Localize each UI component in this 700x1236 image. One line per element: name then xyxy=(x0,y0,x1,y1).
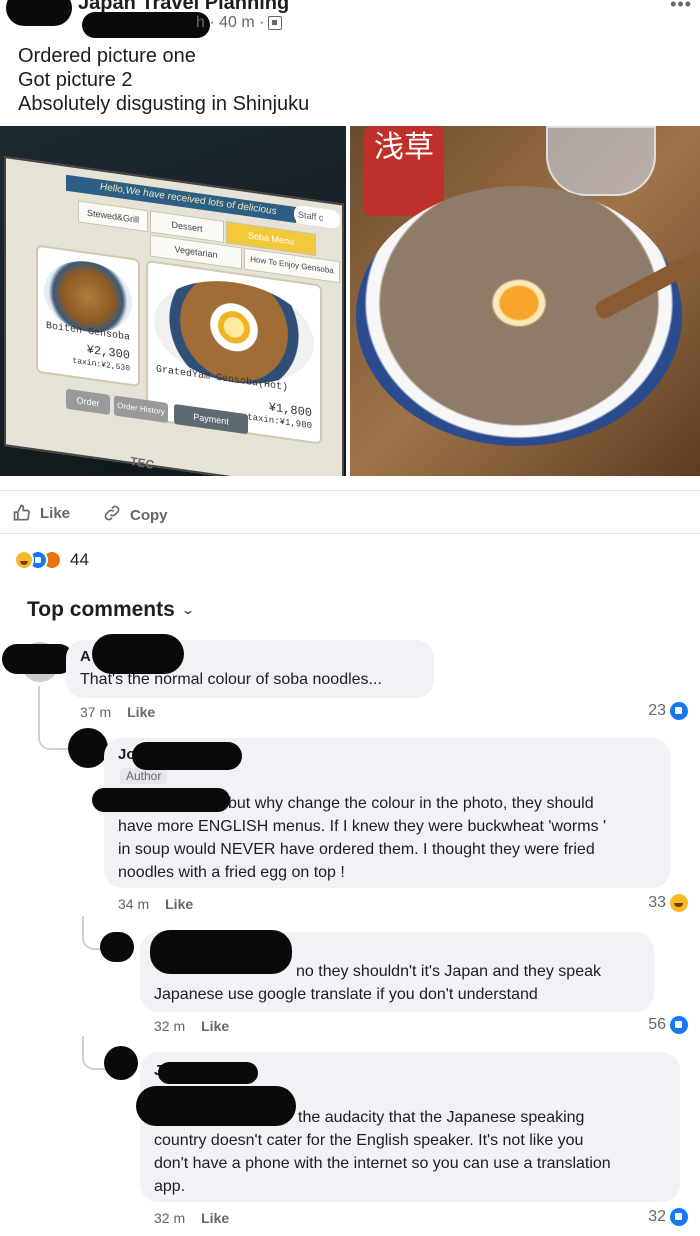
comment-time[interactable]: 32 m xyxy=(154,1210,185,1226)
like-reaction-icon xyxy=(670,1208,688,1226)
post-actions: Like Copy xyxy=(0,490,700,534)
post-body: Ordered picture one Got picture 2 Absolu… xyxy=(18,44,309,116)
comment-time[interactable]: 34 m xyxy=(118,896,149,912)
post-meta: h · 40 m · xyxy=(196,14,283,32)
comment-reaction-count[interactable]: 32 xyxy=(648,1208,688,1226)
more-options-icon[interactable]: ••• xyxy=(670,0,692,15)
redacted-avatar xyxy=(6,0,72,26)
comment-line: in soup would NEVER have ordered them. I… xyxy=(118,841,595,858)
redacted-author-name xyxy=(150,930,292,974)
photo-menu-kiosk[interactable]: Hello,We have received lots of delicious… xyxy=(0,126,346,476)
water-glass xyxy=(546,126,656,196)
comment-reaction-count[interactable]: 23 xyxy=(648,702,688,720)
redacted-author-name xyxy=(132,742,242,770)
comment-line: have more ENGLISH menus. If I knew they … xyxy=(118,818,607,835)
comment-like-button[interactable]: Like xyxy=(127,704,155,720)
menu-item-price: ¥2,300 taxin:¥2,530 xyxy=(72,342,130,376)
soba-bowl xyxy=(356,186,682,446)
redacted-avatar xyxy=(68,728,108,768)
redacted-author-name xyxy=(92,634,184,674)
comment-author[interactable]: A xyxy=(80,648,91,665)
redacted-avatar xyxy=(100,932,134,962)
redacted-avatar xyxy=(104,1046,138,1080)
post-line: Got picture 2 xyxy=(18,69,133,91)
group-privacy-icon xyxy=(268,16,283,30)
author-badge: Author xyxy=(120,768,168,784)
haha-reaction-icon xyxy=(670,894,688,912)
comment-sort-label: Top comments xyxy=(27,598,175,621)
comment-reaction-count[interactable]: 56 xyxy=(648,1016,688,1034)
reaction-count: 44 xyxy=(70,550,89,569)
comment-like-button[interactable]: Like xyxy=(201,1210,229,1226)
comment-line: country doesn't cater for the English sp… xyxy=(154,1132,584,1149)
like-reaction-icon xyxy=(670,702,688,720)
like-label: Like xyxy=(40,504,71,522)
redacted-author-name xyxy=(82,12,210,38)
comment-line: Japanese use google translate if you don… xyxy=(154,986,538,1003)
kiosk-screen: Hello,We have received lots of delicious… xyxy=(4,156,344,476)
like-button[interactable]: Like xyxy=(12,503,70,523)
comment-meta: 32 m Like xyxy=(154,1210,229,1226)
kiosk-brand: TEC xyxy=(128,454,156,472)
comment-meta: 32 m Like xyxy=(154,1018,229,1034)
comment-time[interactable]: 37 m xyxy=(80,704,111,720)
menu-tab: Stewed&Grill xyxy=(78,200,148,233)
bottle-label: 浅草 xyxy=(364,126,444,216)
chevron-down-icon: ⌄ xyxy=(180,603,195,617)
comment-meta: 37 m Like xyxy=(80,704,155,720)
comment-sort-dropdown[interactable]: Top comments ⌄ xyxy=(27,598,195,622)
redacted-avatar xyxy=(2,644,74,674)
comment-line: don't have a phone with the internet so … xyxy=(154,1155,611,1172)
link-icon xyxy=(102,503,122,527)
post-line: Ordered picture one xyxy=(18,45,196,67)
post-header: Japan Travel Planning h · 40 m · ••• xyxy=(0,0,700,40)
comment-reaction-value: 32 xyxy=(648,1208,666,1225)
comment-reaction-value: 33 xyxy=(648,894,666,911)
photo-soba-bowl[interactable]: 浅草 xyxy=(350,126,700,476)
post-line: Absolutely disgusting in Shinjuku xyxy=(18,93,310,115)
redacted-text xyxy=(92,788,230,812)
copy-label: Copy xyxy=(130,506,168,524)
thumbs-up-icon xyxy=(12,503,32,523)
comment-like-button[interactable]: Like xyxy=(165,896,193,912)
comment-time[interactable]: 32 m xyxy=(154,1018,185,1034)
comment-line: app. xyxy=(154,1178,186,1195)
comment-reaction-value: 56 xyxy=(648,1016,666,1033)
comment-line: noodles with a fried egg on top ! xyxy=(118,864,345,881)
redacted-text xyxy=(136,1086,296,1126)
staff-call-button: Staff c xyxy=(294,204,340,230)
copy-button[interactable]: Copy xyxy=(102,503,168,527)
kiosk-order-button: Order xyxy=(66,388,110,415)
post-time[interactable]: h · 40 m · xyxy=(196,14,264,32)
comment-meta: 34 m Like xyxy=(118,896,193,912)
comment-like-button[interactable]: Like xyxy=(201,1018,229,1034)
like-reaction-icon xyxy=(670,1016,688,1034)
haha-reaction-icon xyxy=(14,550,34,570)
redacted-author-name xyxy=(158,1062,258,1084)
comment-reaction-count[interactable]: 33 xyxy=(648,894,688,912)
menu-item-price: ¥1,800 taxin:¥1,980 xyxy=(247,398,312,433)
menu-card-small: Boiten Gensoba ¥2,300 taxin:¥2,530 xyxy=(36,244,140,388)
reaction-summary[interactable]: 44 xyxy=(14,550,89,570)
comment-reaction-value: 23 xyxy=(648,702,666,719)
